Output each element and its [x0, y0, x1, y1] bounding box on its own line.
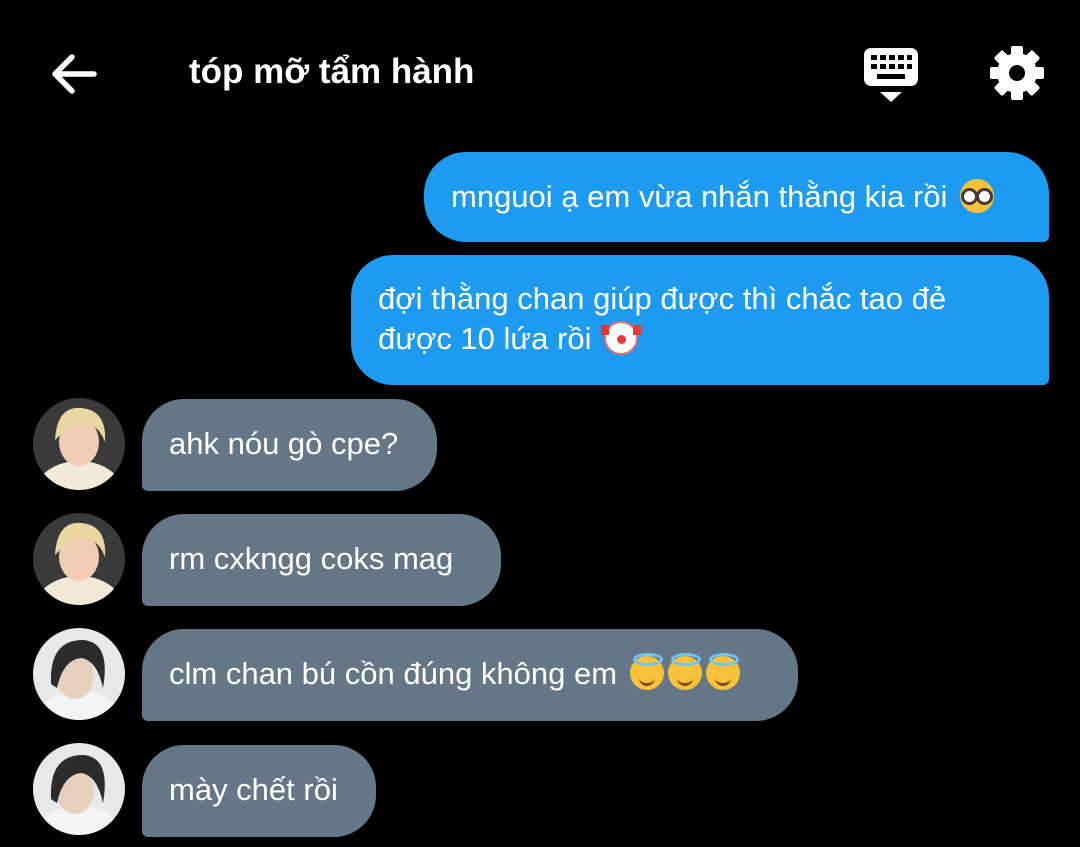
message-text: rm cxkngg coks mag: [169, 541, 454, 576]
message-text: clm chan bú cồn đúng không em: [169, 656, 618, 691]
settings-button[interactable]: [986, 42, 1048, 104]
message-text: mnguoi ạ em vừa nhắn thằng kia rồi: [451, 179, 948, 214]
gear-icon: [990, 46, 1044, 100]
avatar[interactable]: [33, 398, 125, 490]
keyboard-icon: [864, 48, 918, 102]
keyboard-button[interactable]: [860, 44, 922, 106]
message-text: được 10 lứa rồi: [378, 321, 592, 356]
smiling-face-with-halo-emoji: [705, 653, 740, 690]
avatar-dark-hair-photo: [33, 743, 125, 835]
back-button[interactable]: [44, 44, 104, 104]
avatar[interactable]: [33, 513, 125, 605]
message-text-line: được 10 lứa rồi: [378, 319, 1022, 359]
avatar-blonde-photo: [33, 398, 125, 490]
arrow-left-icon: [52, 54, 97, 94]
nerd-face-emoji: [960, 179, 995, 213]
incoming-message-bubble[interactable]: rm cxkngg coks mag: [142, 514, 501, 606]
chat-header: tóp mỡ tẩm hành: [0, 0, 1080, 140]
avatar-blonde-photo: [33, 513, 125, 605]
outgoing-message-bubble[interactable]: đợi thằng chan giúp được thì chắc tao đẻ…: [351, 255, 1049, 385]
smiling-face-with-halo-emoji: [667, 653, 702, 690]
outgoing-message-bubble[interactable]: mnguoi ạ em vừa nhắn thằng kia rồi: [424, 152, 1049, 242]
message-text-line: đợi thằng chan giúp được thì chắc tao đẻ: [378, 281, 947, 316]
avatar-dark-hair-photo: [33, 628, 125, 720]
message-text: mày chết rồi: [169, 772, 338, 807]
avatar[interactable]: [33, 743, 125, 835]
incoming-message-bubble[interactable]: clm chan bú cồn đúng không em: [142, 629, 798, 721]
conversation-title[interactable]: tóp mỡ tẩm hành: [189, 52, 474, 92]
clown-face-emoji: [601, 321, 642, 355]
incoming-message-bubble[interactable]: mày chết rồi: [142, 745, 376, 837]
message-text: ahk nóu gò cpe?: [169, 426, 399, 461]
avatar[interactable]: [33, 628, 125, 720]
incoming-message-bubble[interactable]: ahk nóu gò cpe?: [142, 399, 437, 491]
smiling-face-with-halo-emoji: [629, 653, 664, 690]
